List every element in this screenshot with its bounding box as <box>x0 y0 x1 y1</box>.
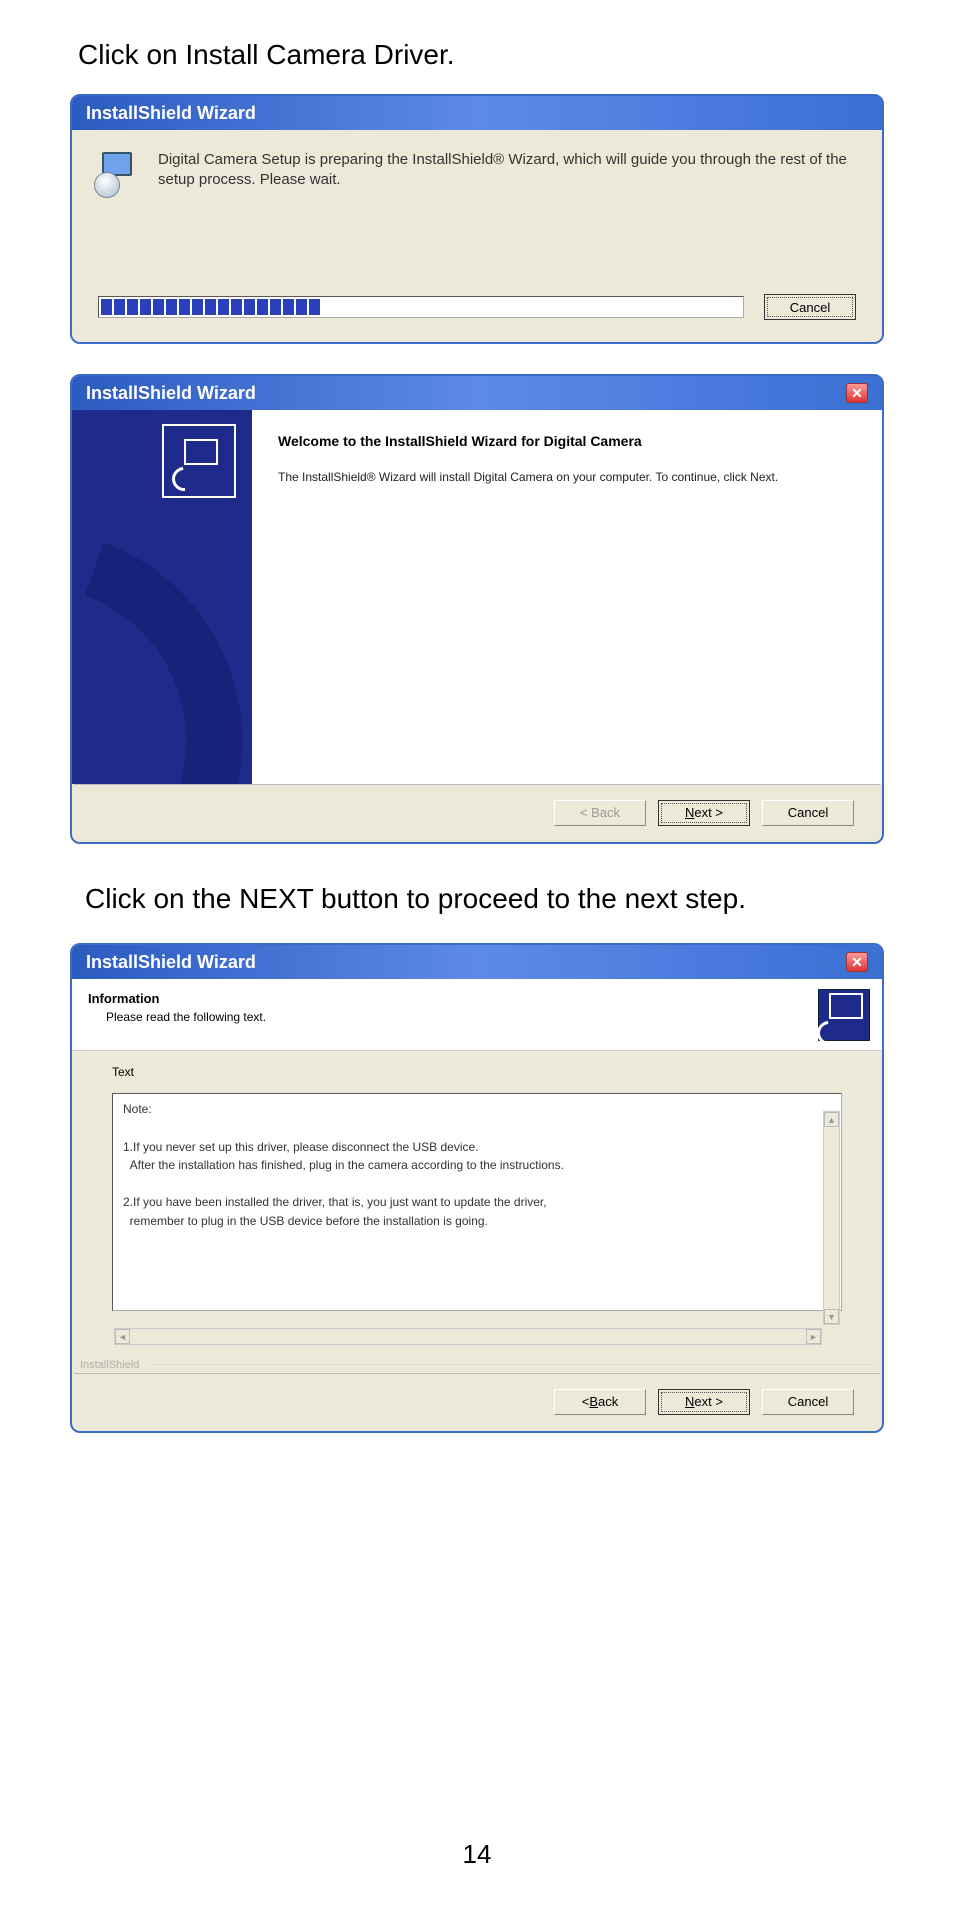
scroll-up-icon[interactable]: ▲ <box>824 1112 839 1127</box>
cancel-button[interactable]: Cancel <box>764 294 856 320</box>
setup-icon <box>94 150 144 200</box>
titlebar: InstallShield Wizard ✕ <box>72 376 882 410</box>
close-icon[interactable]: ✕ <box>846 383 868 403</box>
window-title: InstallShield Wizard <box>86 383 256 404</box>
computer-icon <box>818 989 870 1041</box>
scrollbar-vertical[interactable]: ▲ ▼ <box>823 1111 840 1325</box>
text-label: Text <box>112 1065 842 1079</box>
info-heading: Information <box>88 991 866 1006</box>
titlebar: InstallShield Wizard ✕ <box>72 945 882 979</box>
divider <box>152 1364 874 1365</box>
titlebar: InstallShield Wizard <box>72 96 882 130</box>
next-button[interactable]: Next > <box>658 800 750 826</box>
dialog-welcome: InstallShield Wizard ✕ Welcome to the In… <box>70 374 884 844</box>
welcome-body: The InstallShield® Wizard will install D… <box>278 469 856 486</box>
scroll-right-icon[interactable]: ► <box>806 1329 821 1344</box>
welcome-heading: Welcome to the InstallShield Wizard for … <box>278 432 856 451</box>
scroll-down-icon[interactable]: ▼ <box>824 1309 839 1324</box>
window-title: InstallShield Wizard <box>86 952 256 973</box>
cancel-button[interactable]: Cancel <box>762 1389 854 1415</box>
next-button[interactable]: Next > <box>658 1389 750 1415</box>
info-subheading: Please read the following text. <box>106 1010 866 1024</box>
scrollbar-horizontal[interactable]: ◄ ► <box>114 1328 822 1345</box>
instruction-text-2: Click on the NEXT button to proceed to t… <box>85 879 884 918</box>
page-number: 14 <box>0 1839 954 1870</box>
wizard-side-panel <box>72 410 252 784</box>
window-title: InstallShield Wizard <box>86 103 256 124</box>
dialog-preparing: InstallShield Wizard Digital Camera Setu… <box>70 94 884 344</box>
preparing-message: Digital Camera Setup is preparing the In… <box>158 150 860 200</box>
footer-brand: InstallShield <box>80 1359 139 1371</box>
back-button: < Back <box>554 800 646 826</box>
close-icon[interactable]: ✕ <box>846 952 868 972</box>
dialog-information: InstallShield Wizard ✕ Information Pleas… <box>70 943 884 1433</box>
scroll-left-icon[interactable]: ◄ <box>115 1329 130 1344</box>
info-textbox[interactable]: Note: 1.If you never set up this driver,… <box>112 1093 842 1311</box>
progress-bar <box>98 296 744 318</box>
instruction-text-1: Click on Install Camera Driver. <box>78 35 884 74</box>
computer-icon <box>162 424 236 498</box>
back-button[interactable]: < Back <box>554 1389 646 1415</box>
cancel-button[interactable]: Cancel <box>762 800 854 826</box>
